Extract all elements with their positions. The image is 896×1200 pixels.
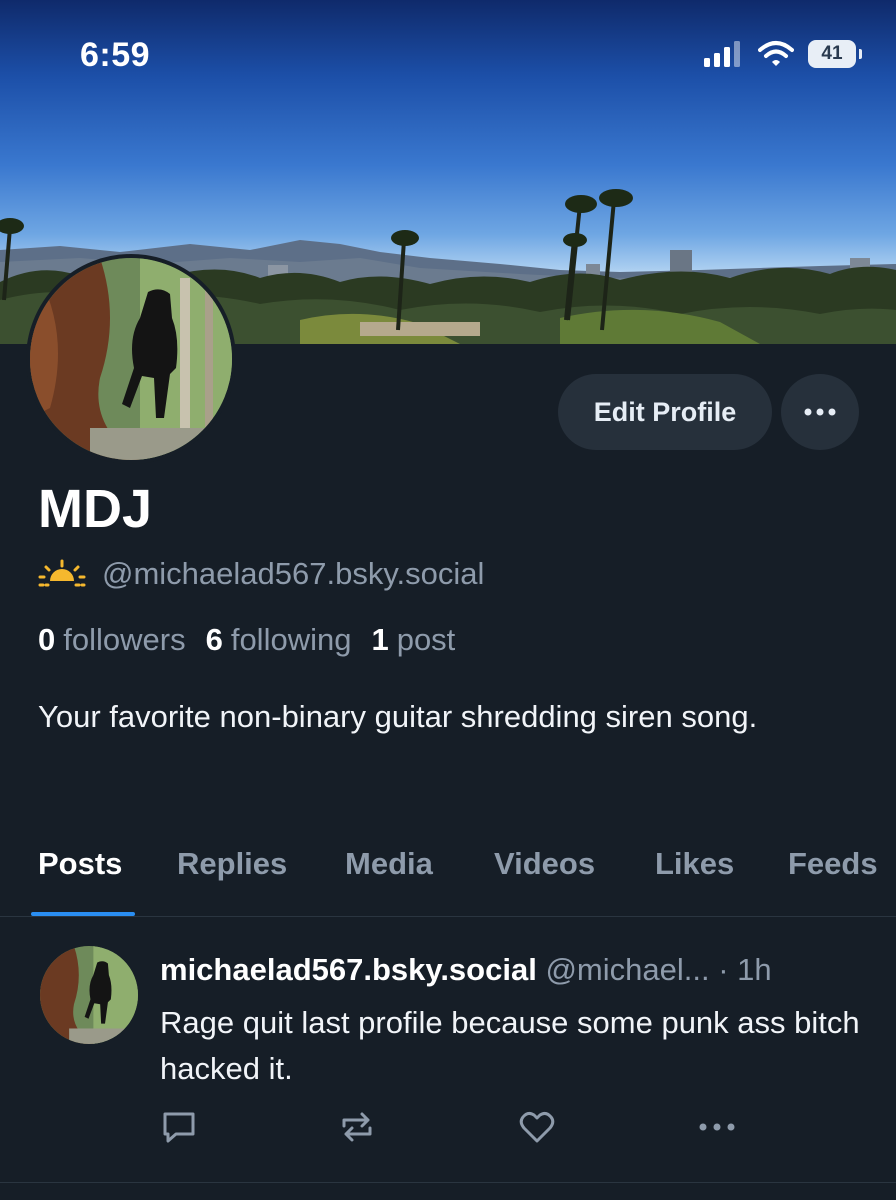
posts-stat: 1 post — [371, 622, 455, 658]
followers-stat[interactable]: 0 followers — [38, 622, 186, 658]
divider — [0, 916, 896, 917]
sunrise-icon — [38, 559, 86, 587]
profile-bio: Your favorite non-binary guitar shreddin… — [38, 699, 758, 734]
post-actions — [160, 1108, 760, 1152]
following-stat[interactable]: 6 following — [206, 622, 352, 658]
followers-label: followers — [63, 622, 186, 657]
cellular-signal-icon — [704, 41, 740, 67]
post-header: michaelad567.bsky.social @michael... · 1… — [160, 952, 772, 988]
wifi-icon — [758, 41, 794, 66]
profile-avatar[interactable] — [26, 254, 236, 464]
reply-icon[interactable] — [160, 1108, 198, 1146]
edit-profile-button[interactable]: Edit Profile — [558, 374, 772, 450]
profile-stats: 0 followers 6 following 1 post — [38, 622, 455, 658]
post-author-avatar[interactable] — [40, 946, 138, 1044]
tab-replies[interactable]: Replies — [177, 846, 287, 882]
tab-posts[interactable]: Posts — [38, 846, 122, 882]
post-author-name[interactable]: michaelad567.bsky.social — [160, 952, 537, 987]
following-count: 6 — [205, 622, 223, 657]
post-timestamp: · 1h — [718, 952, 772, 987]
followers-count: 0 — [38, 622, 56, 657]
divider — [0, 1182, 896, 1183]
status-icons: 41 — [704, 40, 862, 68]
tab-media[interactable]: Media — [345, 846, 433, 882]
post-more-icon[interactable] — [696, 1108, 738, 1146]
status-time: 6:59 — [80, 36, 151, 74]
post-text[interactable]: Rage quit last profile because some punk… — [160, 1000, 860, 1092]
tab-feeds[interactable]: Feeds — [788, 846, 878, 882]
posts-label: post — [396, 622, 456, 657]
like-icon[interactable] — [518, 1108, 556, 1146]
posts-count: 1 — [371, 622, 389, 657]
following-label: following — [230, 622, 352, 657]
battery-icon: 41 — [808, 40, 862, 68]
tab-likes[interactable]: Likes — [655, 846, 734, 882]
more-options-button[interactable] — [781, 374, 859, 450]
post-author-handle[interactable]: @michael... — [545, 952, 709, 987]
handle-row: @michaelad567.bsky.social — [38, 556, 484, 592]
profile-handle: @michaelad567.bsky.social — [102, 556, 485, 591]
ellipsis-icon — [804, 408, 836, 416]
display-name: MDJ — [38, 479, 153, 539]
repost-icon[interactable] — [338, 1108, 376, 1146]
tab-videos[interactable]: Videos — [494, 846, 595, 882]
profile-tabs: Posts Replies Media Videos Likes Feeds — [0, 838, 896, 916]
